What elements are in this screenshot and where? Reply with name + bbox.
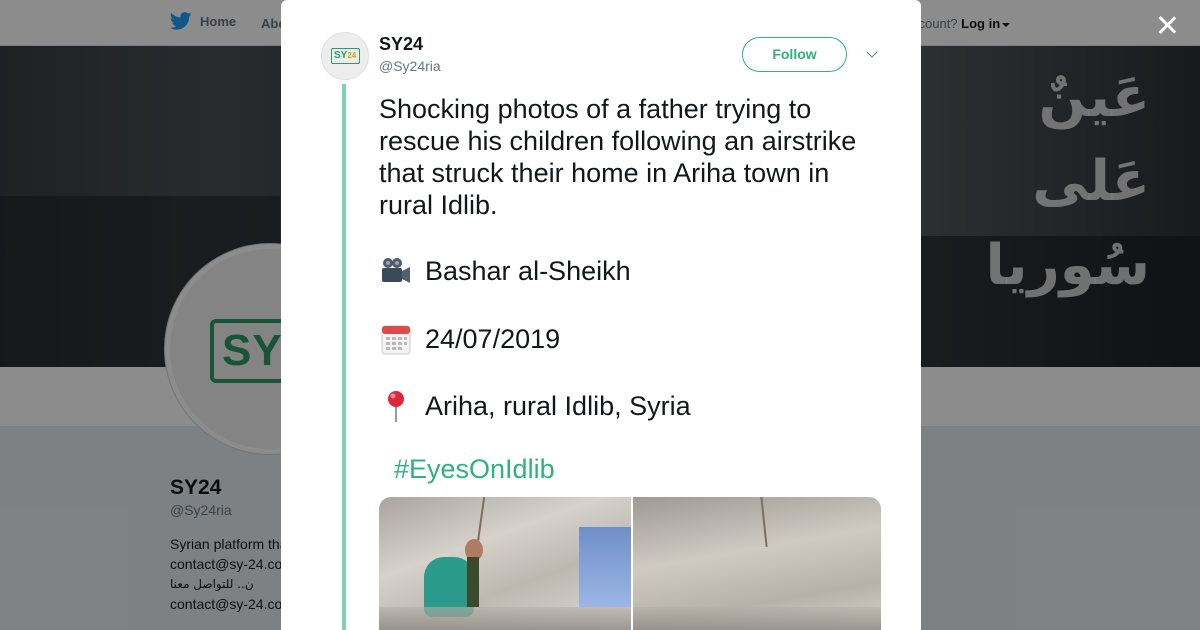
author-name[interactable]: SY24 xyxy=(379,34,423,55)
follow-button[interactable]: Follow xyxy=(742,37,847,72)
author-handle[interactable]: @Sy24ria xyxy=(379,58,441,74)
tweet-line-location: Ariha, rural Idlib, Syria xyxy=(379,389,691,423)
location-text: Ariha, rural Idlib, Syria xyxy=(425,390,691,421)
tweet-line-credit: Bashar al-Sheikh xyxy=(379,254,631,288)
tweet-photos xyxy=(379,497,881,630)
calendar-icon xyxy=(379,322,413,356)
thread-line xyxy=(342,84,346,630)
tweet-photo-2[interactable] xyxy=(633,497,881,630)
date-text: 24/07/2019 xyxy=(425,323,561,354)
tweet-line-date: 24/07/2019 xyxy=(379,322,560,356)
author-avatar[interactable]: SY24 xyxy=(321,32,369,80)
movie-camera-icon xyxy=(379,254,413,288)
sy24-logo: SY24 xyxy=(331,48,360,64)
chevron-down-icon[interactable] xyxy=(865,48,879,62)
hashtag-link[interactable]: #EyesOnIdlib xyxy=(394,454,555,485)
round-pushpin-icon xyxy=(379,389,413,423)
tweet-text: Shocking photos of a father trying to re… xyxy=(379,94,857,220)
tweet-modal: SY24 SY24 @Sy24ria Follow Shocking photo… xyxy=(281,0,921,630)
tweet-photo-1[interactable] xyxy=(379,497,631,630)
credit-text: Bashar al-Sheikh xyxy=(425,255,631,286)
close-icon[interactable] xyxy=(1152,10,1182,40)
